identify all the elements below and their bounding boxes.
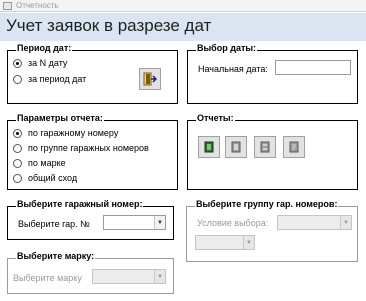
reports-group-title: Отчеты: bbox=[196, 113, 235, 123]
chevron-down-icon[interactable]: ▼ bbox=[154, 270, 165, 283]
garage-group-select-group: Выберите группу гар. номеров: Условие вы… bbox=[186, 199, 358, 262]
report-button-3[interactable] bbox=[254, 136, 276, 158]
radio-by-garage-number[interactable]: по гаражному номеру bbox=[13, 127, 118, 139]
chevron-down-icon[interactable]: ▼ bbox=[340, 216, 351, 229]
chevron-down-icon[interactable]: ▼ bbox=[154, 216, 165, 229]
radio-date-range[interactable]: за период дат bbox=[13, 73, 86, 85]
chevron-down-icon[interactable]: ▼ bbox=[243, 236, 254, 249]
report-button-4[interactable] bbox=[283, 136, 305, 158]
radio-date-range-button[interactable] bbox=[13, 74, 22, 84]
period-group: Период дат: за N дату за период дат bbox=[7, 43, 178, 104]
radio-n-date-label: за N дату bbox=[28, 58, 68, 68]
radio-by-garage-group-button[interactable] bbox=[13, 143, 22, 153]
window-titlebar: Отчетность bbox=[0, 0, 366, 12]
radio-by-garage-number-button[interactable] bbox=[13, 128, 22, 138]
radio-by-garage-number-label: по гаражному номеру bbox=[28, 128, 119, 138]
report-button-1[interactable] bbox=[198, 136, 220, 158]
report-3-icon bbox=[260, 141, 270, 153]
page-title: Учет заявок в разрезе дат bbox=[6, 16, 212, 35]
radio-by-garage-group-label: по группе гаражных номеров bbox=[28, 143, 149, 153]
form-icon bbox=[3, 2, 12, 10]
brand-combo[interactable]: ▼ bbox=[92, 269, 166, 284]
params-group-title: Параметры отчета: bbox=[16, 113, 104, 123]
start-date-input[interactable] bbox=[275, 60, 351, 75]
report-4-icon bbox=[289, 141, 299, 153]
report-button-2[interactable] bbox=[225, 136, 247, 158]
date-group-title: Выбор даты: bbox=[196, 43, 258, 53]
exit-door-icon bbox=[143, 72, 157, 86]
radio-date-range-label: за период дат bbox=[28, 74, 87, 84]
garage-group-select-title: Выберите группу гар. номеров: bbox=[195, 199, 339, 209]
selection-condition-label: Условие выбора: bbox=[197, 218, 269, 228]
radio-by-garage-group[interactable]: по группе гаражных номеров bbox=[13, 142, 149, 154]
brand-label: Выберите марку bbox=[13, 273, 82, 283]
garage-group-combo[interactable]: ▼ bbox=[195, 235, 255, 250]
header-band: Учет заявок в разрезе дат bbox=[0, 13, 366, 41]
report-2-icon bbox=[231, 141, 241, 153]
radio-by-brand[interactable]: по марке bbox=[13, 157, 66, 169]
period-group-title: Период дат: bbox=[16, 43, 73, 53]
exit-button[interactable] bbox=[139, 68, 161, 90]
radio-total-button[interactable] bbox=[13, 173, 22, 183]
start-date-label: Начальная дата: bbox=[198, 64, 268, 74]
garage-number-group-title: Выберите гаражный номер: bbox=[16, 199, 144, 209]
garage-number-combo[interactable]: ▼ bbox=[103, 215, 166, 230]
radio-total[interactable]: общий сход bbox=[13, 172, 77, 184]
garage-number-group: Выберите гаражный номер: Выберите гар. №… bbox=[7, 199, 174, 240]
radio-by-brand-label: по марке bbox=[28, 158, 66, 168]
window-title: Отчетность bbox=[16, 1, 59, 10]
selection-condition-combo[interactable]: ▼ bbox=[277, 215, 352, 230]
date-group: Выбор даты: Начальная дата: bbox=[187, 43, 358, 104]
report-1-icon bbox=[204, 141, 214, 153]
brand-group: Выберите марку: Выберите марку ▼ bbox=[7, 251, 174, 294]
garage-number-label: Выберите гар. № bbox=[18, 219, 90, 229]
params-group: Параметры отчета: по гаражному номеру по… bbox=[7, 113, 178, 190]
brand-group-title: Выберите марку: bbox=[16, 251, 96, 261]
reports-group: Отчеты: bbox=[187, 113, 358, 190]
radio-total-label: общий сход bbox=[28, 173, 78, 183]
radio-n-date[interactable]: за N дату bbox=[13, 57, 67, 69]
radio-n-date-button[interactable] bbox=[13, 58, 22, 68]
radio-by-brand-button[interactable] bbox=[13, 158, 22, 168]
